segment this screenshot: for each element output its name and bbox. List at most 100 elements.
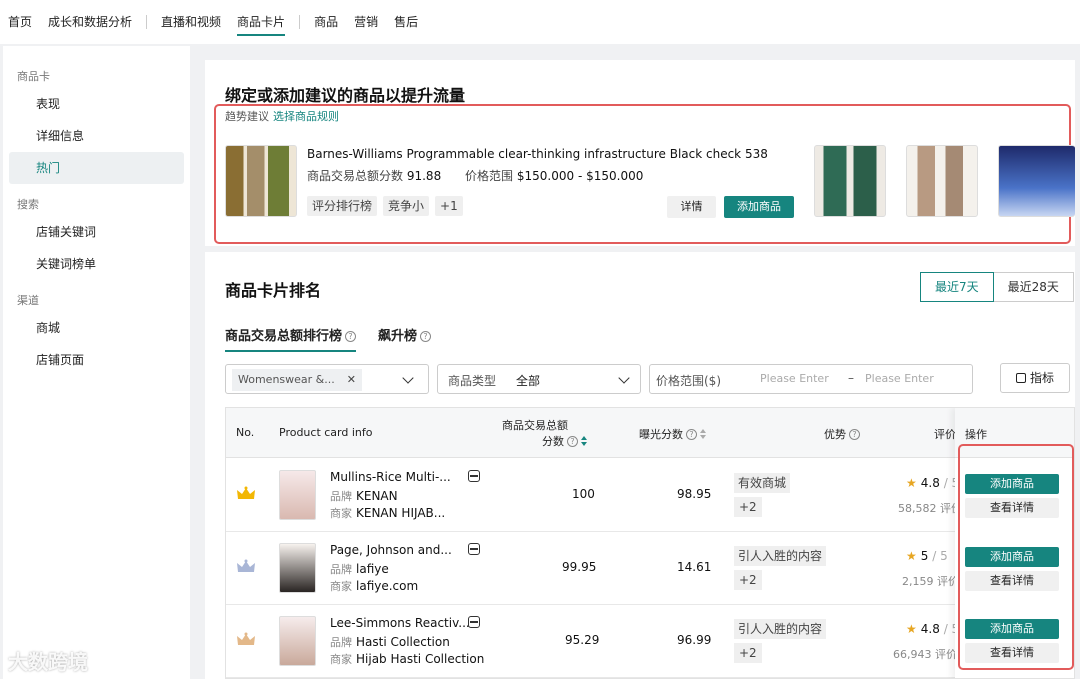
nav-products[interactable]: 商品 xyxy=(306,0,346,44)
ranking-title: 商品卡片排名 xyxy=(225,281,322,300)
chevron-down-icon xyxy=(402,372,414,384)
product-brand: 品牌 KENAN xyxy=(330,489,398,503)
highlight-border xyxy=(958,444,1074,670)
col-gmv-sort[interactable]: 分数? xyxy=(542,433,587,449)
product-thumbnail[interactable] xyxy=(279,616,316,666)
rating: ★ 4.8 / 5 xyxy=(906,476,960,490)
col-advantage: 优势? xyxy=(824,426,860,442)
product-name[interactable]: Mullins-Rice Multi-... xyxy=(330,470,451,484)
detail-button[interactable]: 详情 xyxy=(667,196,716,218)
product-shop: 商家 Hijab Hasti Collection xyxy=(330,652,485,666)
category-select[interactable]: Womenswear &... ✕ xyxy=(225,364,429,394)
category-chip: Womenswear &... ✕ xyxy=(232,369,362,391)
advantage-more[interactable]: +2 xyxy=(734,497,762,517)
rating: ★ 5 / 5 xyxy=(906,549,948,563)
col-exposure[interactable]: 曝光分数? xyxy=(639,426,706,442)
exposure-score: 98.95 xyxy=(677,487,712,501)
sidebar-item-performance[interactable]: 表现 xyxy=(9,88,184,120)
sidebar-item-keyword-ranking[interactable]: 关键词榜单 xyxy=(9,248,184,280)
sidebar: 商品卡 表现 详细信息 热门 搜索 店铺关键词 关键词榜单 渠道 商城 店铺页面 xyxy=(3,46,190,679)
col-operations: 操作 xyxy=(965,428,987,441)
product-name[interactable]: Lee-Simmons Reactiv... xyxy=(330,616,470,630)
advantage-more[interactable]: +2 xyxy=(734,643,762,663)
nav-live-video[interactable]: 直播和视频 xyxy=(153,0,229,44)
sidebar-item-shop-page[interactable]: 店铺页面 xyxy=(9,344,184,376)
product-meta: 商品交易总额分数 91.88 价格范围 $150.000 - $150.000 xyxy=(307,167,643,184)
add-product-button[interactable]: 添加商品 xyxy=(724,196,794,218)
exposure-score: 96.99 xyxy=(677,633,712,647)
product-brand: 品牌 lafiye xyxy=(330,562,389,576)
tag-more[interactable]: +1 xyxy=(435,196,463,216)
suggested-product-image[interactable] xyxy=(814,145,886,217)
product-thumbnail xyxy=(225,145,297,217)
price-min-input[interactable]: Please Enter xyxy=(760,372,829,385)
table-row: Lee-Simmons Reactiv... 品牌 Hasti Collectio… xyxy=(226,605,1074,678)
help-icon[interactable]: ? xyxy=(567,436,578,447)
col-rating: 评价 xyxy=(934,428,956,441)
sidebar-item-shop-keywords[interactable]: 店铺关键词 xyxy=(9,216,184,248)
product-thumbnail[interactable] xyxy=(279,543,316,593)
bronze-crown-icon xyxy=(237,632,255,645)
gmv-score-label: 商品交易总额分数 xyxy=(307,169,404,183)
edit-icon xyxy=(1015,373,1026,383)
sidebar-group-product-card: 商品卡 xyxy=(17,70,50,83)
nav-home[interactable]: 首页 xyxy=(0,0,40,44)
period-7-days[interactable]: 最近7天 xyxy=(920,272,994,302)
product-shop: 商家 KENAN HIJAB... xyxy=(330,506,446,520)
scan-icon[interactable] xyxy=(468,616,480,628)
star-icon: ★ xyxy=(906,622,917,636)
product-thumbnail[interactable] xyxy=(279,470,316,520)
price-range-filter: 价格范围($) Please Enter – Please Enter xyxy=(649,364,973,394)
ranking-tabs: 商品交易总额排行榜? 飙升榜? xyxy=(225,325,432,352)
tab-gmv-ranking[interactable]: 商品交易总额排行榜? xyxy=(225,325,357,352)
product-name: Barnes-Williams Programmable clear-think… xyxy=(307,147,768,161)
metrics-button[interactable]: 指标 xyxy=(1000,363,1070,393)
nav-after-sales[interactable]: 售后 xyxy=(386,0,426,44)
advantage-tag: 引人入胜的内容 xyxy=(734,546,827,566)
period-toggle: 最近7天 最近28天 xyxy=(920,272,1074,302)
sort-icon[interactable] xyxy=(581,436,587,446)
product-name[interactable]: Page, Johnson and... xyxy=(330,543,452,557)
product-brand: 品牌 Hasti Collection xyxy=(330,635,450,649)
advantage-more[interactable]: +2 xyxy=(734,570,762,590)
nav-product-card[interactable]: 商品卡片 xyxy=(229,0,293,44)
suggested-product-image[interactable] xyxy=(906,145,978,217)
close-icon[interactable]: ✕ xyxy=(347,373,356,386)
help-icon[interactable]: ? xyxy=(345,331,357,342)
sidebar-group-channel: 渠道 xyxy=(17,294,39,307)
help-icon[interactable]: ? xyxy=(686,429,697,440)
price-range-label: 价格范围($) xyxy=(656,374,721,388)
sidebar-item-details[interactable]: 详细信息 xyxy=(9,120,184,152)
price-separator: – xyxy=(848,371,854,385)
table-row: Page, Johnson and... 品牌 lafiye 商家 lafiye.c… xyxy=(226,532,1074,605)
scan-icon[interactable] xyxy=(468,470,480,482)
nav-growth-analytics[interactable]: 成长和数据分析 xyxy=(40,0,140,44)
sidebar-item-mall[interactable]: 商城 xyxy=(9,312,184,344)
suggested-product-image[interactable] xyxy=(998,145,1075,217)
exposure-score: 14.61 xyxy=(677,560,712,574)
gmv-score: 99.95 xyxy=(562,560,597,574)
product-type-value: 全部 xyxy=(516,374,541,388)
scan-icon[interactable] xyxy=(468,543,480,555)
star-icon: ★ xyxy=(906,549,917,563)
tab-rising-ranking[interactable]: 飙升榜? xyxy=(378,325,432,352)
advantage-tag: 引人入胜的内容 xyxy=(734,619,827,639)
sidebar-item-trending[interactable]: 热门 xyxy=(9,152,184,184)
chevron-down-icon xyxy=(618,372,630,384)
tag-low-competition: 竞争小 xyxy=(383,196,430,216)
top-nav: 首页 成长和数据分析 直播和视频 商品卡片 商品 营销 售后 xyxy=(0,0,1080,44)
nav-marketing[interactable]: 营销 xyxy=(346,0,386,44)
price-range-value: $150.000 - $150.000 xyxy=(516,169,644,183)
gmv-score-value: 91.88 xyxy=(406,169,442,183)
help-icon[interactable]: ? xyxy=(849,429,860,440)
sort-icon[interactable] xyxy=(700,429,706,439)
product-shop: 商家 lafiye.com xyxy=(330,579,419,593)
watermark-logo: 大数跨境 xyxy=(8,650,88,674)
price-max-input[interactable]: Please Enter xyxy=(865,372,934,385)
help-icon[interactable]: ? xyxy=(420,331,432,342)
advantage-tag: 有效商城 xyxy=(734,473,791,493)
product-type-select[interactable]: 商品类型 全部 xyxy=(437,364,641,394)
period-28-days[interactable]: 最近28天 xyxy=(993,272,1074,302)
nav-divider xyxy=(299,15,301,29)
suggestion-panel: 绑定或添加建议的商品以提升流量 趋势建议 选择商品规则 Barnes-Willia… xyxy=(205,60,1075,246)
